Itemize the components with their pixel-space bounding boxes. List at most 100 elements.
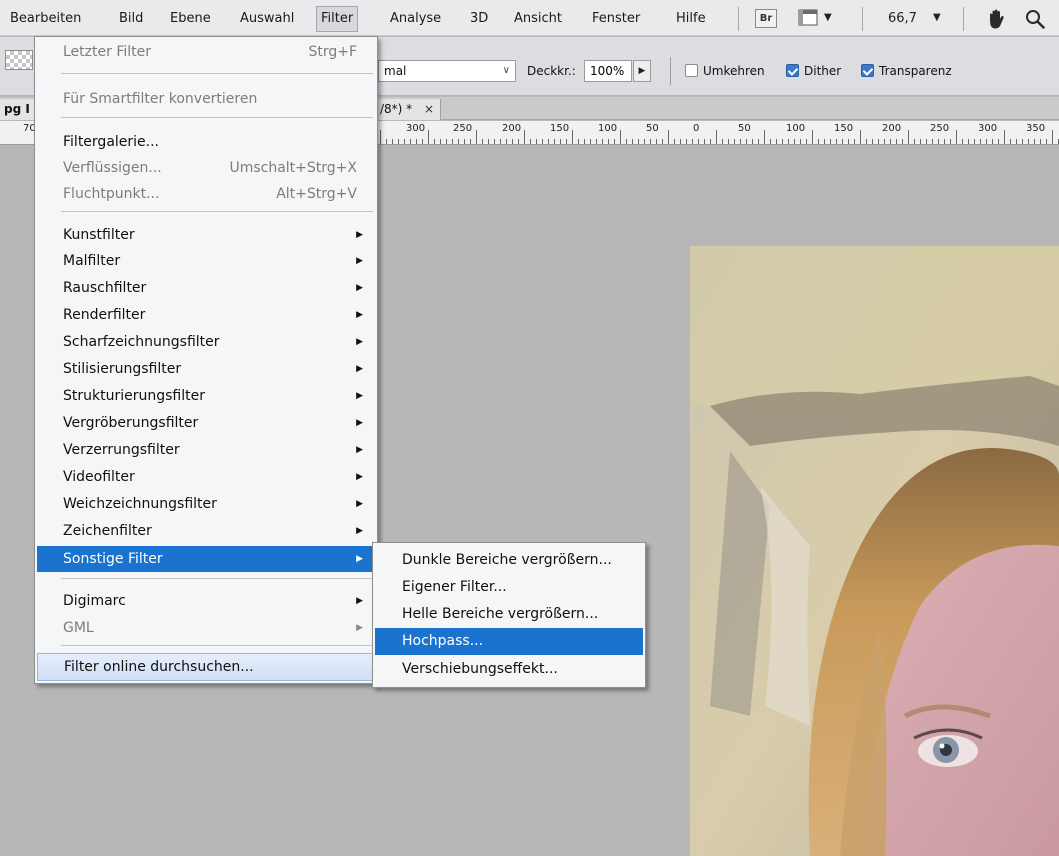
menu-item-letzter-filter[interactable]: Letzter Filter Strg+F bbox=[37, 39, 375, 65]
menu-fenster[interactable]: Fenster bbox=[588, 6, 644, 32]
ruler-tick bbox=[656, 139, 657, 144]
menu-item-digimarc[interactable]: Digimarc ▶ bbox=[37, 588, 375, 614]
zoom-chevron-down-icon[interactable]: ▼ bbox=[933, 9, 941, 27]
menu-item-fluchtpunkt[interactable]: Fluchtpunkt... Alt+Strg+V bbox=[37, 181, 375, 207]
menu-item-vergroeberungsfilter[interactable]: Vergröberungsfilter ▶ bbox=[37, 410, 375, 436]
ruler-tick bbox=[770, 139, 771, 144]
ruler-tick bbox=[518, 139, 519, 144]
close-icon[interactable]: × bbox=[424, 102, 434, 116]
menu-item-shortcut: Umschalt+Strg+X bbox=[229, 160, 357, 176]
ruler-tick bbox=[440, 139, 441, 144]
ruler-tick bbox=[410, 139, 411, 144]
menu-item-renderfilter[interactable]: Renderfilter ▶ bbox=[37, 302, 375, 328]
submenu-arrow-icon: ▶ bbox=[356, 230, 363, 240]
menu-item-smartfilter[interactable]: Für Smartfilter konvertieren bbox=[37, 86, 375, 112]
ruler-tick bbox=[392, 139, 393, 144]
submenu-item-verschiebungseffekt[interactable]: Verschiebungseffekt... bbox=[375, 656, 643, 683]
menu-hilfe[interactable]: Hilfe bbox=[672, 6, 710, 32]
ruler-tick bbox=[824, 139, 825, 144]
menu-item-filtergalerie[interactable]: Filtergalerie... bbox=[37, 129, 375, 155]
menu-separator bbox=[61, 117, 373, 118]
menu-item-label: Verzerrungsfilter bbox=[63, 442, 180, 458]
screen-mode-chevron-down-icon[interactable]: ▼ bbox=[824, 9, 832, 27]
submenu-arrow-icon: ▶ bbox=[356, 256, 363, 266]
menu-item-label: Letzter Filter bbox=[63, 44, 151, 60]
ruler-tick bbox=[710, 139, 711, 144]
ruler-label: 150 bbox=[550, 123, 570, 134]
ruler-label: 250 bbox=[453, 123, 473, 134]
menu-item-verzerrungsfilter[interactable]: Verzerrungsfilter ▶ bbox=[37, 437, 375, 463]
menu-item-scharfzeichnungsfilter[interactable]: Scharfzeichnungsfilter ▶ bbox=[37, 329, 375, 355]
submenu-item-label: Hochpass... bbox=[402, 633, 484, 649]
menu-item-label: Zeichenfilter bbox=[63, 523, 152, 539]
opacity-input[interactable]: 100% bbox=[584, 60, 632, 82]
document-tab-active[interactable]: /8*) * × bbox=[376, 99, 442, 120]
hand-tool-icon[interactable] bbox=[985, 8, 1007, 30]
gradient-swatch[interactable] bbox=[5, 50, 33, 70]
submenu-item-eigener-filter[interactable]: Eigener Filter... bbox=[375, 574, 643, 601]
ruler-tick bbox=[728, 139, 729, 144]
ruler-label: 50 bbox=[738, 123, 751, 134]
ruler-label: 350 bbox=[1026, 123, 1046, 134]
menu-item-strukturierungsfilter[interactable]: Strukturierungsfilter ▶ bbox=[37, 383, 375, 409]
menu-item-filter-online[interactable]: Filter online durchsuchen... bbox=[37, 653, 375, 681]
menu-item-label: Sonstige Filter bbox=[63, 551, 163, 567]
menu-item-malfilter[interactable]: Malfilter ▶ bbox=[37, 248, 375, 274]
menu-item-rauschfilter[interactable]: Rauschfilter ▶ bbox=[37, 275, 375, 301]
ruler-tick bbox=[524, 130, 525, 144]
menu-item-gml[interactable]: GML ▶ bbox=[37, 615, 375, 641]
menu-item-verfluessigen[interactable]: Verflüssigen... Umschalt+Strg+X bbox=[37, 155, 375, 181]
ruler-tick bbox=[716, 130, 717, 144]
menu-item-zeichenfilter[interactable]: Zeichenfilter ▶ bbox=[37, 518, 375, 544]
menu-bearbeiten[interactable]: Bearbeiten bbox=[6, 6, 85, 32]
checkbox-transparenz[interactable] bbox=[861, 64, 874, 77]
ruler-tick bbox=[488, 139, 489, 144]
menu-separator bbox=[738, 7, 739, 31]
menu-ebene[interactable]: Ebene bbox=[166, 6, 215, 32]
menu-separator bbox=[61, 211, 373, 212]
menu-separator bbox=[862, 7, 863, 31]
ruler-tick bbox=[380, 130, 381, 144]
bridge-button[interactable]: Br bbox=[755, 9, 777, 28]
ruler-tick bbox=[458, 139, 459, 144]
menu-item-label: Verflüssigen... bbox=[63, 160, 162, 176]
menu-item-kunstfilter[interactable]: Kunstfilter ▶ bbox=[37, 222, 375, 248]
menu-item-label: Rauschfilter bbox=[63, 280, 147, 296]
blend-mode-select[interactable]: mal ∨ bbox=[378, 60, 516, 82]
zoom-level[interactable]: 66,7 bbox=[888, 6, 917, 32]
menu-item-videofilter[interactable]: Videofilter ▶ bbox=[37, 464, 375, 490]
opacity-slider-arrow-icon[interactable]: ▶ bbox=[633, 60, 651, 82]
menu-bild[interactable]: Bild bbox=[115, 6, 147, 32]
ruler-tick bbox=[830, 139, 831, 144]
ruler-tick bbox=[692, 139, 693, 144]
checkbox-umkehren[interactable] bbox=[685, 64, 698, 77]
menu-3d[interactable]: 3D bbox=[466, 6, 492, 32]
ruler-tick bbox=[572, 130, 573, 144]
checkbox-dither[interactable] bbox=[786, 64, 799, 77]
ruler-tick bbox=[386, 139, 387, 144]
menu-item-label: Filtergalerie... bbox=[63, 134, 160, 150]
menu-auswahl[interactable]: Auswahl bbox=[236, 6, 298, 32]
menu-filter[interactable]: Filter bbox=[316, 6, 359, 32]
menu-analyse[interactable]: Analyse bbox=[386, 6, 445, 32]
submenu-arrow-icon: ▶ bbox=[356, 623, 363, 633]
ruler-tick bbox=[800, 139, 801, 144]
zoom-tool-search-icon[interactable] bbox=[1024, 8, 1046, 30]
submenu-item-dunkle-bereiche[interactable]: Dunkle Bereiche vergrößern... bbox=[375, 547, 643, 574]
submenu-item-hochpass[interactable]: Hochpass... bbox=[375, 628, 643, 655]
screen-mode-icon[interactable] bbox=[798, 9, 818, 26]
submenu-arrow-icon: ▶ bbox=[356, 283, 363, 293]
submenu-item-helle-bereiche[interactable]: Helle Bereiche vergrößern... bbox=[375, 601, 643, 628]
portrait-photo[interactable] bbox=[690, 246, 1059, 856]
menu-item-sonstige-filter[interactable]: Sonstige Filter ▶ bbox=[37, 546, 375, 572]
ruler-label: 100 bbox=[786, 123, 806, 134]
document-tab-left[interactable]: pg I bbox=[0, 99, 34, 120]
ruler-tick bbox=[1022, 139, 1023, 144]
menu-ansicht[interactable]: Ansicht bbox=[510, 6, 566, 32]
menu-item-weichzeichnungsfilter[interactable]: Weichzeichnungsfilter ▶ bbox=[37, 491, 375, 517]
menu-item-stilisierungsfilter[interactable]: Stilisierungsfilter ▶ bbox=[37, 356, 375, 382]
ruler-tick bbox=[596, 139, 597, 144]
checkbox-umkehren-label: Umkehren bbox=[703, 64, 765, 78]
ruler-tick bbox=[1034, 139, 1035, 144]
menu-item-label: Weichzeichnungsfilter bbox=[63, 496, 217, 512]
